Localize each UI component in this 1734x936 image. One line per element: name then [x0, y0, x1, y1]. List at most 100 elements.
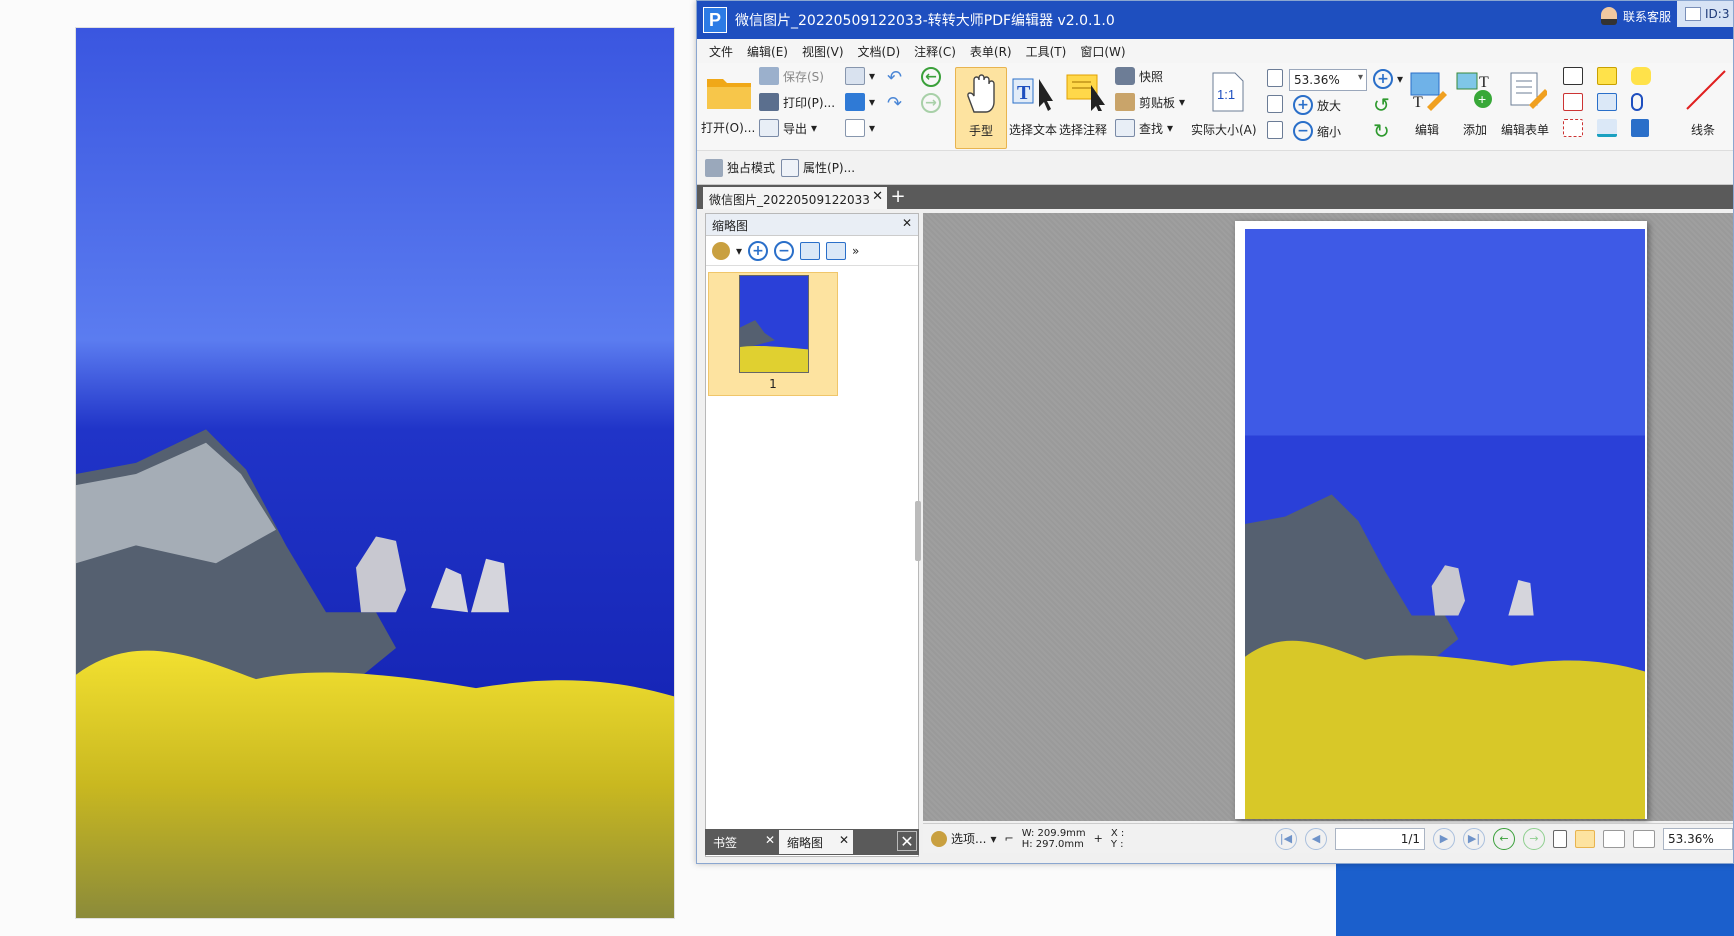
underline-button[interactable] [1597, 119, 1617, 137]
zoom-tool-button[interactable]: + ▾ [1373, 69, 1403, 89]
menu-comment[interactable]: 注释(C) [914, 43, 956, 60]
tab-bookmarks[interactable]: 书签 ✕ [705, 830, 779, 854]
redo-button[interactable]: ↷ [887, 93, 902, 114]
menu-tools[interactable]: 工具(T) [1026, 43, 1067, 60]
scan-button[interactable]: ▾ [845, 93, 875, 111]
strikeout-button[interactable] [1597, 93, 1617, 111]
line-button[interactable]: 线条 [1679, 67, 1731, 149]
text-box-button[interactable] [1563, 67, 1583, 85]
facing-page-icon[interactable] [1603, 829, 1625, 848]
email-button[interactable]: ▾ [845, 67, 875, 85]
forward-view-button[interactable]: → [1523, 827, 1545, 850]
rotate-left-button[interactable]: ↺ [1373, 93, 1390, 117]
page-dimensions: W: 209.9mm H: 297.0mm [1022, 828, 1086, 850]
menu-edit[interactable]: 编辑(E) [747, 43, 788, 60]
zoom-out-icon[interactable]: − [774, 240, 795, 261]
page-height: H: 297.0mm [1021, 838, 1084, 850]
forward-button[interactable]: → [921, 93, 941, 113]
comment-bubble-icon [1631, 67, 1651, 85]
undo-button[interactable]: ↶ [887, 67, 902, 88]
folder-icon [707, 79, 751, 109]
continuous-facing-icon[interactable] [1633, 829, 1655, 848]
attach-sound-button[interactable] [1631, 119, 1649, 137]
page-number-input[interactable]: 1/1 [1335, 827, 1425, 850]
close-icon[interactable]: ✕ [902, 216, 912, 230]
rotate-right-90-icon[interactable] [826, 241, 847, 260]
note-button[interactable] [1631, 67, 1651, 85]
close-icon[interactable]: ✕ [872, 189, 883, 204]
open-button[interactable]: 打开(O)... [701, 67, 755, 149]
last-page-button[interactable]: ▶| [1463, 827, 1485, 850]
menu-window[interactable]: 窗口(W) [1080, 43, 1125, 60]
properties-button[interactable]: 属性(P)... [781, 158, 855, 177]
zoom-in-button[interactable]: + 放大 [1293, 95, 1341, 115]
fit-width-icon [1267, 95, 1283, 113]
edit-form-icon [1510, 72, 1547, 109]
select-text-button[interactable]: T 选择文本 [1009, 67, 1059, 149]
menu-document[interactable]: 文档(D) [858, 43, 901, 60]
print-button[interactable]: 打印(P)... [759, 93, 835, 111]
contact-support-button[interactable]: 联系客服 [1600, 1, 1671, 31]
panel-splitter-handle[interactable] [915, 501, 921, 561]
zoom-level-select[interactable]: 53.36% [1289, 69, 1367, 91]
edit-form-button[interactable]: 编辑表单 [1501, 67, 1555, 149]
rotate-left-90-icon[interactable] [800, 241, 821, 260]
attach-file-button[interactable] [1631, 93, 1643, 111]
save-button[interactable]: 保存(S) [759, 67, 824, 85]
user-id-badge[interactable]: ID:3 [1677, 1, 1733, 27]
new-document-button[interactable]: ▾ [845, 119, 875, 137]
rotate-right-button[interactable]: ↻ [1373, 119, 1390, 143]
first-page-button[interactable]: |◀ [1275, 827, 1297, 850]
callout-button[interactable] [1563, 119, 1583, 137]
document-tab[interactable]: 微信图片_20220509122033 ✕ [703, 187, 887, 209]
exclusive-mode-button[interactable]: 独占模式 [705, 158, 776, 177]
export-button[interactable]: 导出 ▾ [759, 119, 817, 137]
cursor-x: X : [1110, 827, 1125, 839]
print-label: 打印(P)... [783, 95, 836, 110]
status-zoom-input[interactable]: 53.36% [1663, 827, 1733, 850]
export-label: 导出 [783, 121, 808, 136]
fit-width-button[interactable] [1267, 95, 1283, 113]
actual-size-button[interactable]: 1:1 实际大小(A) [1191, 67, 1263, 149]
fit-page-button[interactable] [1267, 69, 1283, 87]
menu-view[interactable]: 视图(V) [802, 43, 844, 60]
zoom-in-icon: + [1293, 95, 1313, 115]
menu-form[interactable]: 表单(R) [970, 43, 1012, 60]
exclusive-mode-label: 独占模式 [727, 161, 776, 175]
previous-page-button[interactable]: ◀ [1305, 827, 1327, 850]
more-chevron-icon[interactable]: » [852, 244, 859, 258]
zoom-in-icon[interactable]: + [748, 240, 769, 261]
window-title: 微信图片_20220509122033-转转大师PDF编辑器 v2.0.1.0 [735, 13, 1115, 29]
clipboard-button[interactable]: 剪贴板 ▾ [1115, 93, 1185, 111]
snapshot-button[interactable]: 快照 [1115, 67, 1163, 85]
pdf-page[interactable] [1235, 221, 1647, 819]
single-page-icon[interactable] [1553, 829, 1567, 848]
page-thumbnail[interactable]: 1 [708, 272, 838, 396]
back-view-button[interactable]: ← [1493, 827, 1515, 850]
select-annotation-button[interactable]: 选择注释 [1059, 67, 1111, 149]
close-icon[interactable]: ✕ [765, 833, 775, 847]
edit-button[interactable]: T 编辑 [1405, 67, 1451, 149]
new-tab-button[interactable]: + [887, 186, 909, 208]
options-button[interactable]: 选项... ▾ [931, 830, 996, 847]
close-panel-button[interactable]: ✕ [897, 831, 917, 851]
zoom-out-button[interactable]: − 缩小 [1293, 121, 1341, 141]
back-button[interactable]: ← [921, 67, 941, 87]
tab-thumbnails[interactable]: 缩略图 ✕ [779, 830, 853, 854]
svg-text:T: T [1413, 94, 1423, 111]
menu-file[interactable]: 文件 [709, 43, 733, 60]
next-page-button[interactable]: ▶ [1433, 827, 1455, 850]
hand-tool-button[interactable]: 手型 [955, 67, 1007, 149]
text-field-button[interactable] [1563, 93, 1583, 111]
chevron-down-icon[interactable]: ▾ [736, 244, 742, 258]
document-viewer[interactable] [923, 213, 1733, 821]
document-tab-bar: 微信图片_20220509122033 ✕ + [697, 185, 1733, 209]
close-icon[interactable]: ✕ [839, 833, 849, 847]
support-agent-icon [1600, 7, 1617, 25]
find-button[interactable]: 查找 ▾ [1115, 119, 1173, 137]
highlight-text-button[interactable] [1597, 67, 1617, 85]
gear-icon[interactable] [712, 241, 730, 260]
add-button[interactable]: T + 添加 [1453, 67, 1499, 149]
fit-visible-button[interactable] [1267, 121, 1283, 139]
continuous-page-icon[interactable] [1575, 829, 1595, 848]
